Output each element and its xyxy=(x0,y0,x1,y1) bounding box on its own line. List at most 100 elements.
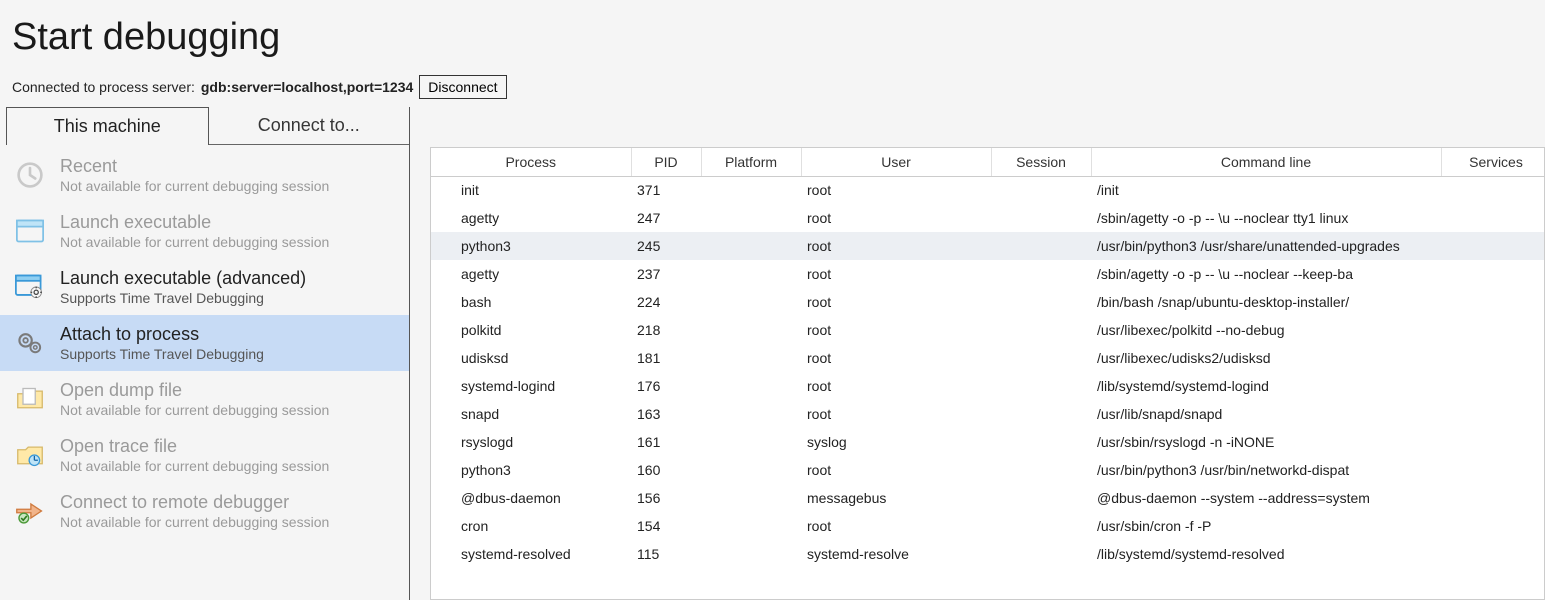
cell-services xyxy=(1441,316,1545,344)
col-user[interactable]: User xyxy=(801,148,991,176)
cell-pid: 163 xyxy=(631,400,701,428)
cell-pid: 245 xyxy=(631,232,701,260)
cell-pid: 154 xyxy=(631,512,701,540)
col-services[interactable]: Services xyxy=(1441,148,1545,176)
cell-cmdline: /usr/libexec/polkitd --no-debug xyxy=(1091,316,1441,344)
table-row[interactable]: cron154 root/usr/sbin/cron -f -P xyxy=(431,512,1545,540)
connection-status-row: Connected to process server: gdb:server=… xyxy=(0,75,1545,107)
process-table[interactable]: Process PID Platform User Session Comman… xyxy=(430,147,1545,600)
cell-process: agetty xyxy=(431,204,631,232)
cell-services xyxy=(1441,260,1545,288)
table-row[interactable]: python3245root/usr/bin/python3 /usr/shar… xyxy=(431,232,1545,260)
cell-process: systemd-resolved xyxy=(431,540,631,568)
table-row[interactable]: agetty247root/sbin/agetty -o -p -- \u --… xyxy=(431,204,1545,232)
col-platform[interactable]: Platform xyxy=(701,148,801,176)
cell-cmdline: /usr/bin/python3 /usr/bin/networkd-dispa… xyxy=(1091,456,1441,484)
cell-process: agetty xyxy=(431,260,631,288)
action-launch-executable-advanced[interactable]: Launch executable (advanced) Supports Ti… xyxy=(0,259,409,315)
action-title: Launch executable xyxy=(60,211,329,234)
left-tabs: This machine Connect to... xyxy=(0,107,409,145)
cell-session xyxy=(991,260,1091,288)
cell-user: root xyxy=(801,372,991,400)
tab-connect-to[interactable]: Connect to... xyxy=(209,107,410,145)
col-pid[interactable]: PID xyxy=(631,148,701,176)
col-cmdline[interactable]: Command line xyxy=(1091,148,1441,176)
table-row[interactable]: snapd163root/usr/lib/snapd/snapd xyxy=(431,400,1545,428)
action-open-dump-file[interactable]: Open dump file Not available for current… xyxy=(0,371,409,427)
cell-pid: 247 xyxy=(631,204,701,232)
cell-user: root xyxy=(801,512,991,540)
cell-process: cron xyxy=(431,512,631,540)
table-row[interactable]: polkitd218root/usr/libexec/polkitd --no-… xyxy=(431,316,1545,344)
table-header-row: Process PID Platform User Session Comman… xyxy=(431,148,1545,176)
cell-user: root xyxy=(801,232,991,260)
cell-cmdline: /bin/bash /snap/ubuntu-desktop-installer… xyxy=(1091,288,1441,316)
cell-user: root xyxy=(801,456,991,484)
action-connect-remote-debugger[interactable]: Connect to remote debugger Not available… xyxy=(0,483,409,539)
tab-this-machine[interactable]: This machine xyxy=(6,107,209,145)
cell-platform xyxy=(701,456,801,484)
table-row[interactable]: @dbus-daemon156messagebus@dbus-daemon --… xyxy=(431,484,1545,512)
cell-pid: 224 xyxy=(631,288,701,316)
left-panel: This machine Connect to... Recent Not av… xyxy=(0,107,410,600)
cell-user: syslog xyxy=(801,428,991,456)
action-subtitle: Not available for current debugging sess… xyxy=(60,402,329,420)
col-process[interactable]: Process xyxy=(431,148,631,176)
table-row[interactable]: init371root/init xyxy=(431,176,1545,204)
cell-cmdline: /lib/systemd/systemd-logind xyxy=(1091,372,1441,400)
cell-process: polkitd xyxy=(431,316,631,344)
cell-services xyxy=(1441,400,1545,428)
action-list: Recent Not available for current debuggi… xyxy=(0,145,409,600)
cell-pid: 160 xyxy=(631,456,701,484)
cell-user: root xyxy=(801,344,991,372)
table-row[interactable]: systemd-logind176root/lib/systemd/system… xyxy=(431,372,1545,400)
cell-session xyxy=(991,232,1091,260)
col-session[interactable]: Session xyxy=(991,148,1091,176)
clock-icon xyxy=(10,155,50,195)
cell-platform xyxy=(701,176,801,204)
action-title: Open trace file xyxy=(60,435,329,458)
cell-services xyxy=(1441,232,1545,260)
action-open-trace-file[interactable]: Open trace file Not available for curren… xyxy=(0,427,409,483)
action-recent[interactable]: Recent Not available for current debuggi… xyxy=(0,147,409,203)
disconnect-button[interactable]: Disconnect xyxy=(419,75,506,99)
action-title: Launch executable (advanced) xyxy=(60,267,306,290)
cell-session xyxy=(991,456,1091,484)
table-row[interactable]: agetty237root/sbin/agetty -o -p -- \u --… xyxy=(431,260,1545,288)
table-row[interactable]: udisksd181root/usr/libexec/udisks2/udisk… xyxy=(431,344,1545,372)
cell-session xyxy=(991,372,1091,400)
cell-cmdline: /usr/sbin/rsyslogd -n -iNONE xyxy=(1091,428,1441,456)
cell-platform xyxy=(701,344,801,372)
cell-session xyxy=(991,428,1091,456)
connection-label: Connected to process server: xyxy=(12,79,195,95)
cell-user: root xyxy=(801,176,991,204)
cell-session xyxy=(991,400,1091,428)
action-attach-to-process[interactable]: Attach to process Supports Time Travel D… xyxy=(0,315,409,371)
action-launch-executable[interactable]: Launch executable Not available for curr… xyxy=(0,203,409,259)
cell-services xyxy=(1441,176,1545,204)
cell-process: systemd-logind xyxy=(431,372,631,400)
cell-platform xyxy=(701,260,801,288)
table-row[interactable]: systemd-resolved115systemd-resolve/lib/s… xyxy=(431,540,1545,568)
action-title: Attach to process xyxy=(60,323,264,346)
cell-services xyxy=(1441,456,1545,484)
cell-cmdline: /init xyxy=(1091,176,1441,204)
cell-user: systemd-resolve xyxy=(801,540,991,568)
cell-services xyxy=(1441,204,1545,232)
table-row[interactable]: bash224root/bin/bash /snap/ubuntu-deskto… xyxy=(431,288,1545,316)
action-title: Open dump file xyxy=(60,379,329,402)
cell-cmdline: @dbus-daemon --system --address=system xyxy=(1091,484,1441,512)
right-panel: Process PID Platform User Session Comman… xyxy=(410,107,1545,600)
cell-pid: 181 xyxy=(631,344,701,372)
cell-platform xyxy=(701,372,801,400)
window-gear-icon xyxy=(10,267,50,307)
cell-pid: 218 xyxy=(631,316,701,344)
table-row[interactable]: rsyslogd161syslog/usr/sbin/rsyslogd -n -… xyxy=(431,428,1545,456)
cell-cmdline: /usr/lib/snapd/snapd xyxy=(1091,400,1441,428)
cell-services xyxy=(1441,372,1545,400)
table-row[interactable]: python3160root/usr/bin/python3 /usr/bin/… xyxy=(431,456,1545,484)
cell-pid: 237 xyxy=(631,260,701,288)
cell-session xyxy=(991,288,1091,316)
cell-process: snapd xyxy=(431,400,631,428)
cell-cmdline: /usr/sbin/cron -f -P xyxy=(1091,512,1441,540)
